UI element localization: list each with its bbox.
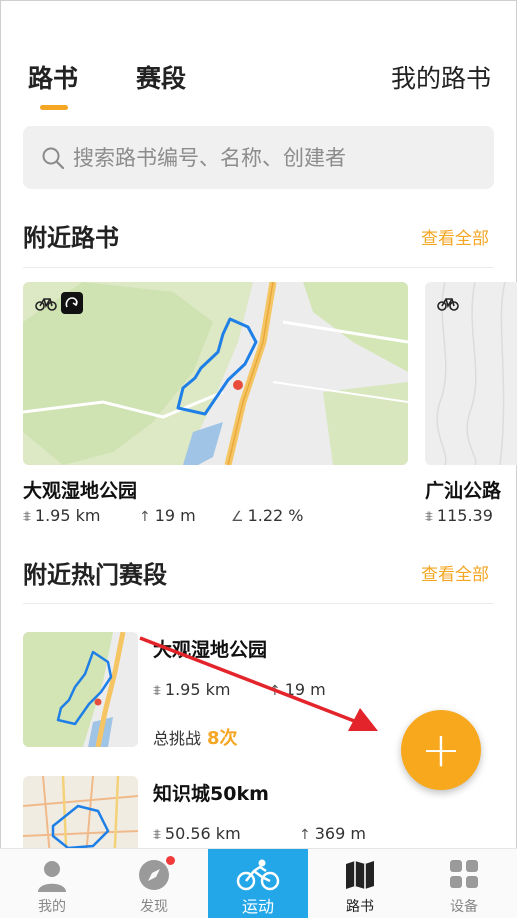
notification-dot <box>164 854 177 867</box>
nav-label-discover: 发现 <box>140 899 168 915</box>
map-book-icon <box>346 861 374 889</box>
nav-label-workout: 运动 <box>241 897 274 916</box>
nav-item-mine[interactable]: 我的 <box>2 849 102 918</box>
nav-item-routes[interactable]: 路书 <box>310 849 410 918</box>
nav-label-routes: 路书 <box>346 899 374 915</box>
bottom-nav: 我的 发现 运动 路书 设备 <box>0 848 517 918</box>
nav-item-devices[interactable]: 设备 <box>414 849 514 918</box>
nav-item-workout[interactable]: 运动 <box>208 849 308 918</box>
grid-icon <box>450 860 478 888</box>
nav-label-mine: 我的 <box>38 899 66 915</box>
nav-item-discover[interactable]: 发现 <box>104 849 204 918</box>
bicycle-icon <box>236 859 280 891</box>
person-icon <box>38 861 66 892</box>
nav-label-devices: 设备 <box>450 899 478 915</box>
add-button[interactable]: + <box>401 710 481 790</box>
